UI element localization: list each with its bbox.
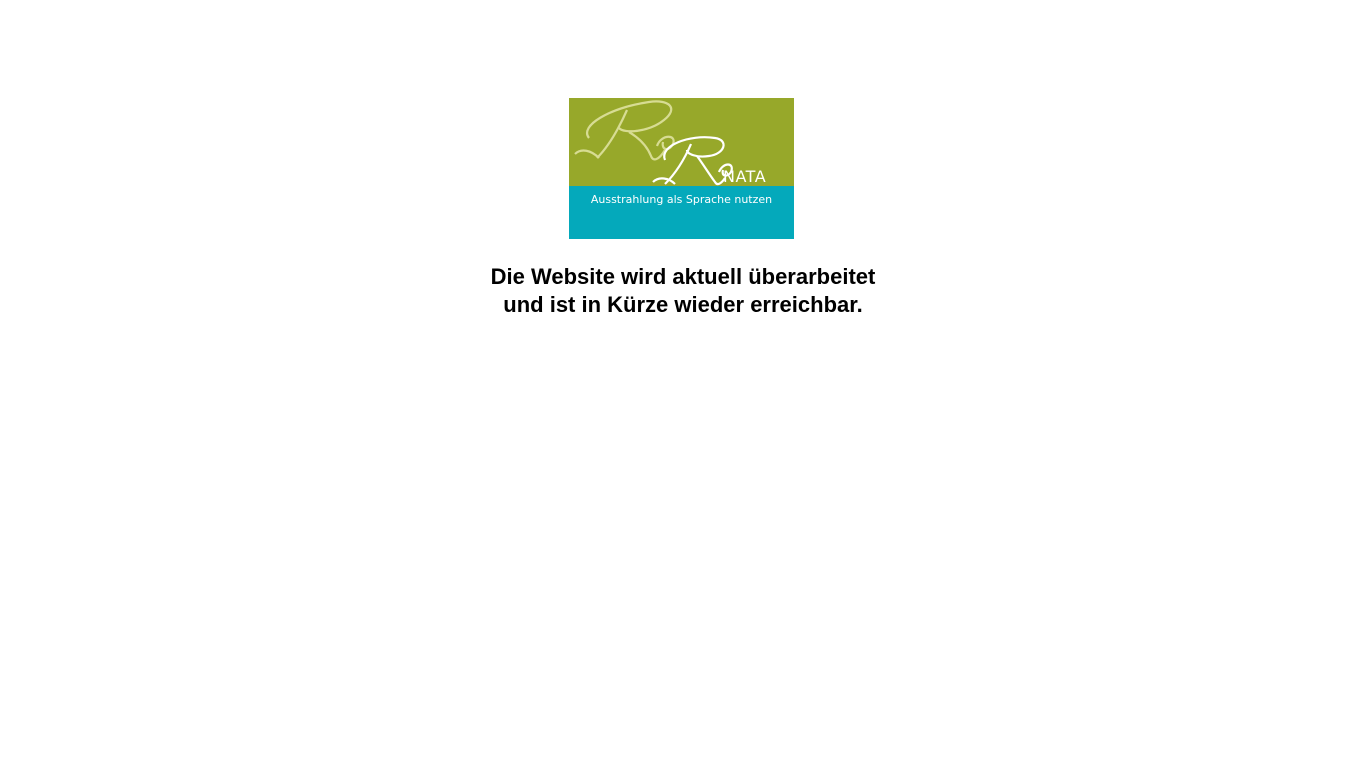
maintenance-message: Die Website wird aktuell überarbeitet un… (383, 263, 983, 319)
maintenance-page: NATA Ausstrahlung als Sprache nutzen Die… (0, 0, 1366, 768)
logo-brand-suffix: NATA (723, 167, 767, 186)
logo-top-band: NATA (569, 98, 794, 186)
message-line-2: und ist in Kürze wieder erreichbar. (503, 292, 863, 317)
renata-logo: NATA Ausstrahlung als Sprache nutzen (569, 98, 794, 239)
script-re-white (652, 136, 733, 186)
message-line-1: Die Website wird aktuell überarbeitet (490, 264, 876, 289)
script-re-faint (574, 100, 675, 161)
logo-tagline: Ausstrahlung als Sprache nutzen (590, 193, 773, 206)
